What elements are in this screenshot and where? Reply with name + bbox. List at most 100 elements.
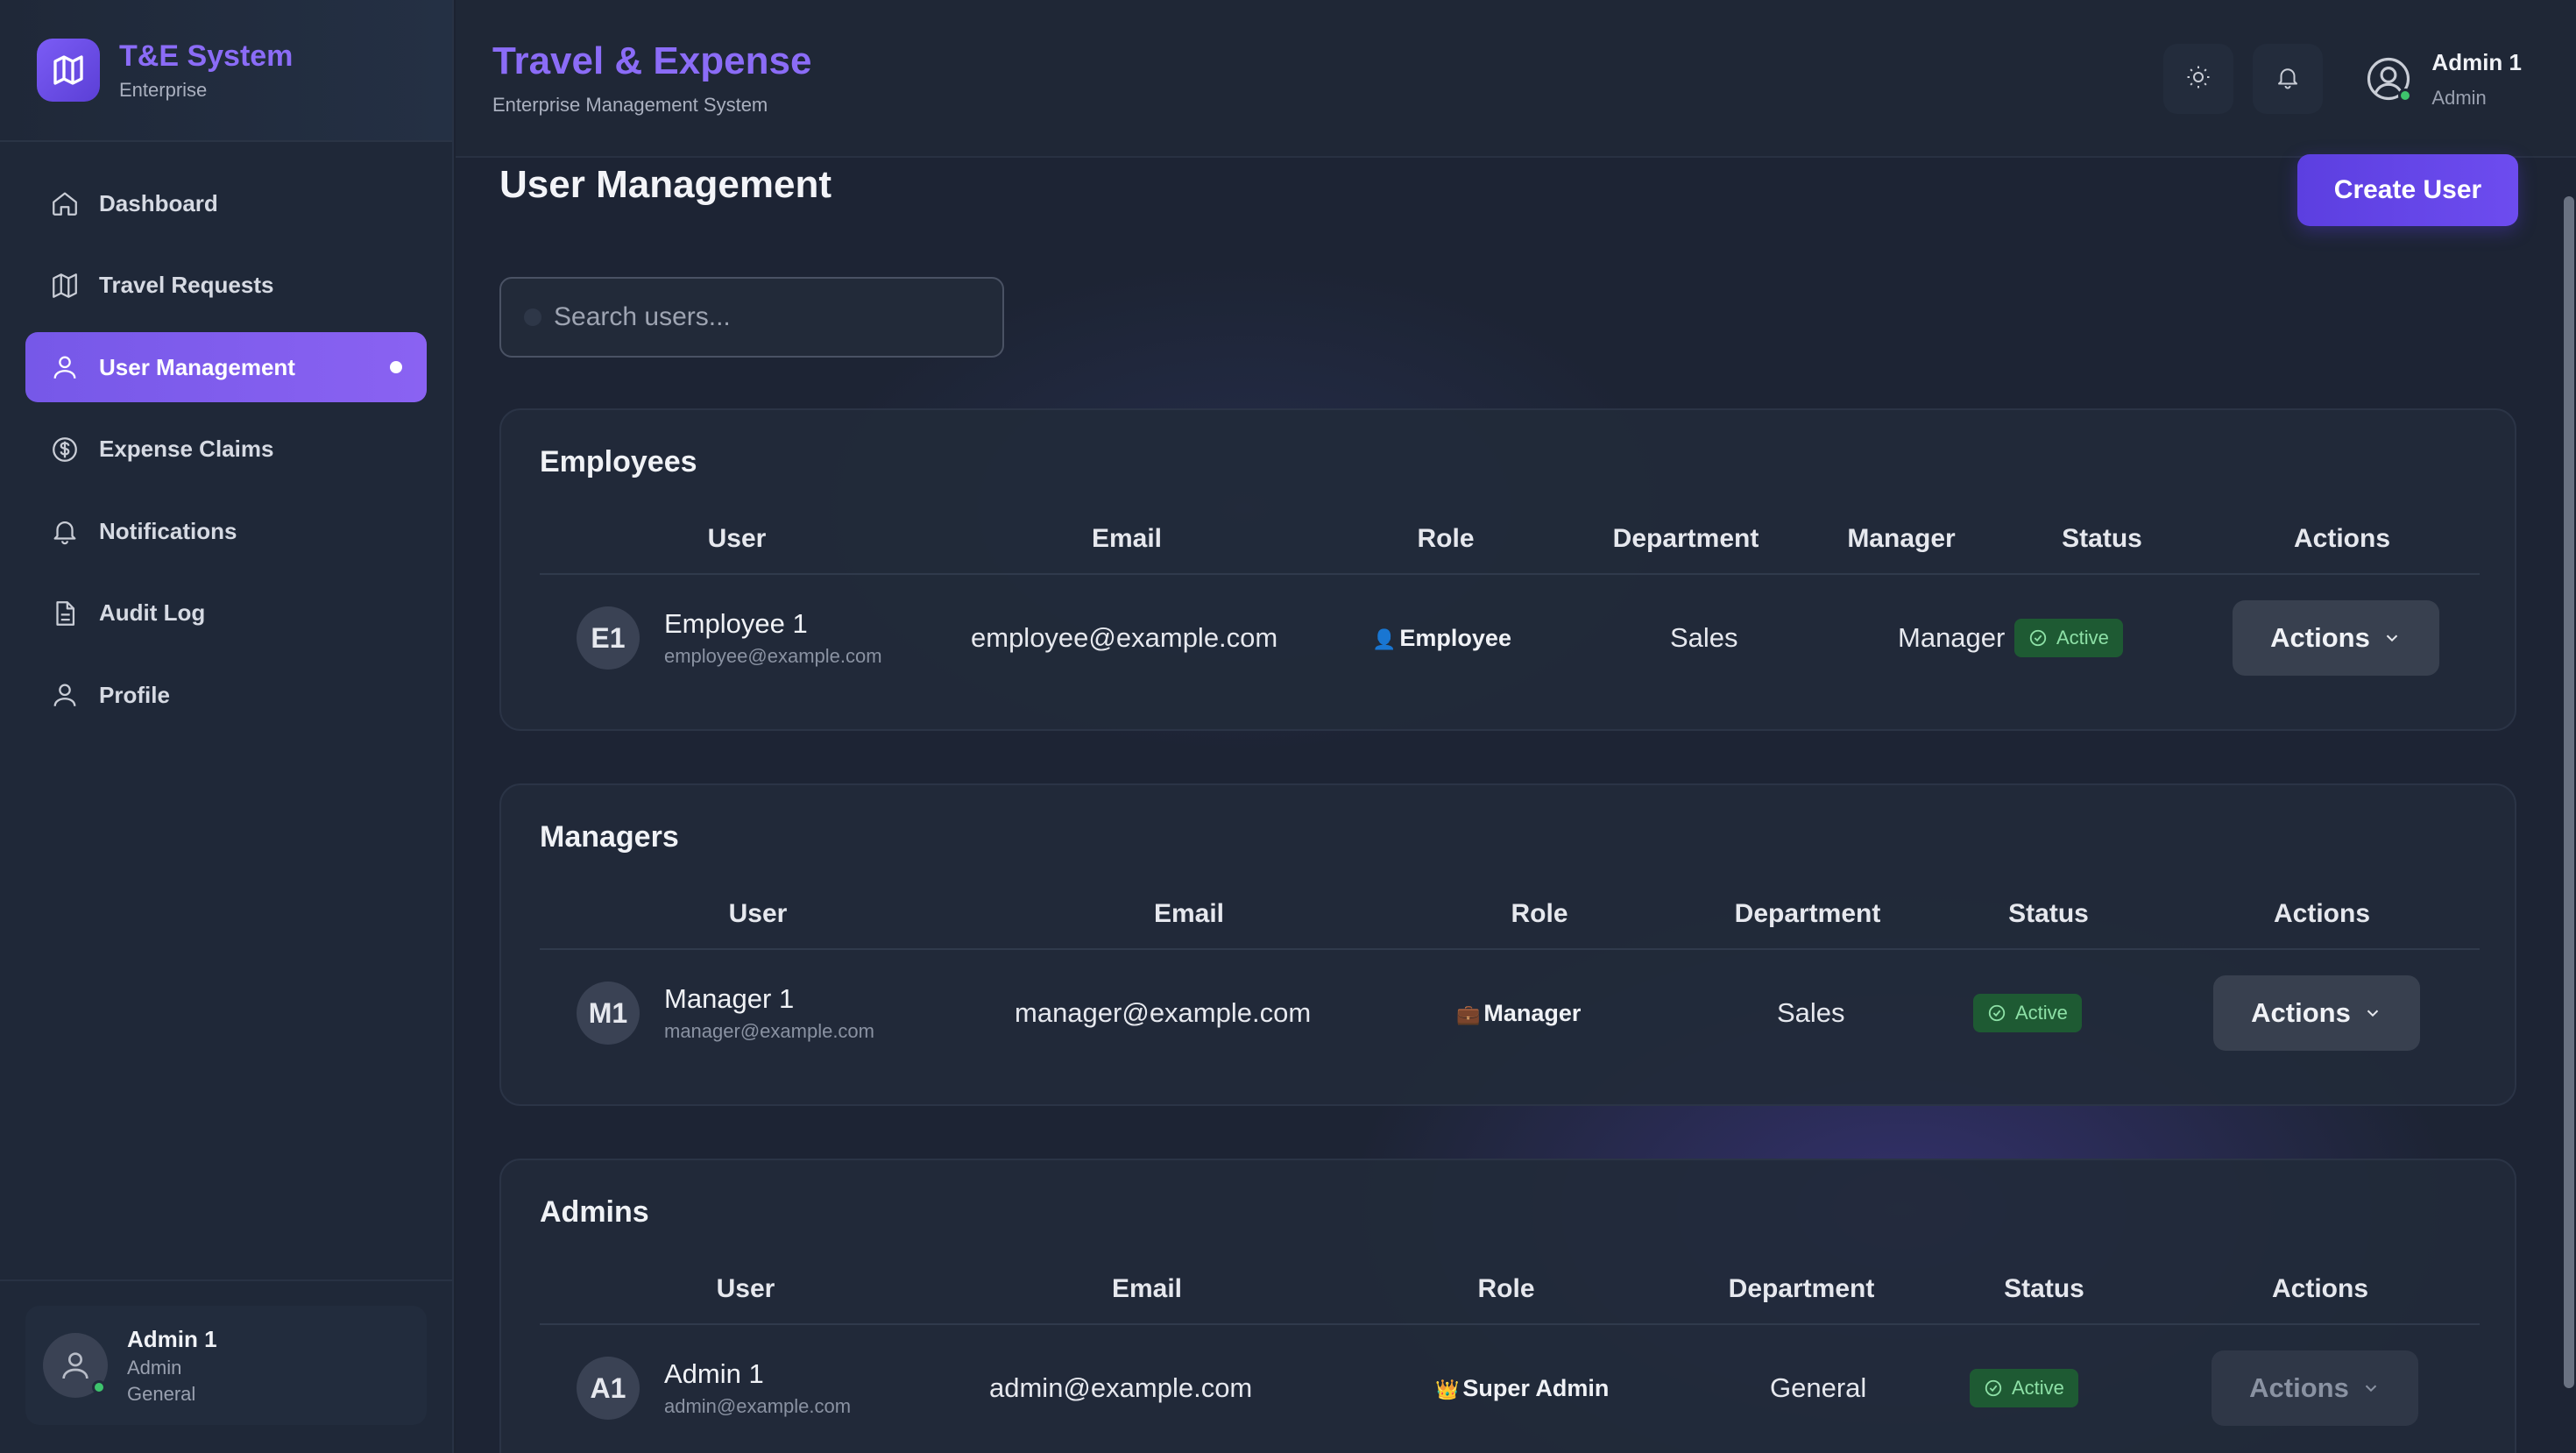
column-header-role: Role	[1511, 899, 1568, 928]
user-cell: E1 Employee 1 employee@example.com	[577, 577, 882, 699]
user-cell: M1 Manager 1 manager@example.com	[577, 952, 874, 1074]
email-cell: employee@example.com	[971, 622, 1278, 653]
map-icon	[50, 271, 80, 301]
chevron-down-icon	[2365, 1385, 2377, 1393]
notifications-button[interactable]	[2253, 44, 2324, 114]
brand-subtitle: Enterprise	[119, 78, 208, 101]
avatar: E1	[577, 606, 640, 670]
actions-label: Actions	[2249, 1372, 2349, 1403]
table-row: A1 Admin 1 admin@example.com admin@examp…	[540, 1327, 2480, 1449]
sidebar-item-travel-requests[interactable]: Travel Requests	[25, 251, 427, 321]
sidebar-user-role: Admin	[127, 1356, 182, 1379]
sidebar-item-label: Expense Claims	[99, 436, 274, 462]
sidebar-item-label: Notifications	[99, 517, 237, 544]
search-input[interactable]	[554, 302, 974, 332]
table-header: User Email Role Department Status Action…	[540, 883, 2480, 950]
check-circle-icon	[1985, 1379, 2002, 1397]
sidebar-item-user-management[interactable]: User Management	[25, 332, 427, 402]
role-cell: 👑 Super Admin	[1435, 1375, 1609, 1402]
role-label: Employee	[1399, 624, 1511, 651]
column-header-actions: Actions	[2293, 524, 2391, 553]
column-header-status: Status	[2062, 524, 2142, 553]
department-cell: General	[1770, 1372, 1867, 1403]
dollar-icon	[50, 435, 80, 464]
column-header-user: User	[707, 524, 767, 553]
scrollbar[interactable]	[2564, 196, 2574, 1388]
crown-icon: 👑	[1435, 1378, 1460, 1400]
actions-dropdown-button[interactable]: Actions	[2213, 975, 2420, 1051]
status-badge: Active	[1970, 1369, 2078, 1407]
sidebar-nav: Dashboard Travel Requests User Managemen…	[0, 142, 452, 730]
status-label: Active	[2056, 627, 2109, 649]
column-header-role: Role	[1477, 1274, 1535, 1303]
managers-card: Managers User Email Role Department Stat…	[499, 783, 2516, 1106]
theme-toggle-button[interactable]	[2163, 44, 2234, 114]
column-header-department: Department	[1728, 1274, 1875, 1303]
table-row: E1 Employee 1 employee@example.com emplo…	[540, 577, 2480, 699]
column-header-user: User	[728, 899, 788, 928]
status-label: Active	[2012, 1377, 2064, 1399]
table-header: User Email Role Department Status Action…	[540, 1258, 2480, 1325]
chevron-down-icon	[2386, 634, 2398, 642]
app-subtitle: Enterprise Management System	[492, 94, 768, 116]
sidebar-item-label: Audit Log	[99, 599, 206, 626]
top-header: Travel & Expense Enterprise Management S…	[456, 0, 2576, 158]
column-header-actions: Actions	[2271, 1274, 2369, 1303]
user-cell: A1 Admin 1 admin@example.com	[577, 1327, 851, 1449]
actions-dropdown-button[interactable]: Actions	[2212, 1350, 2418, 1426]
actions-label: Actions	[2270, 622, 2370, 653]
column-header-department: Department	[1612, 524, 1759, 553]
sidebar-item-dashboard[interactable]: Dashboard	[25, 168, 427, 238]
search-icon	[524, 308, 541, 326]
sidebar-item-label: Dashboard	[99, 189, 218, 216]
user-name: Employee 1	[664, 608, 808, 639]
role-label: Manager	[1483, 999, 1582, 1026]
create-user-button[interactable]: Create User	[2297, 154, 2518, 226]
user-icon	[50, 352, 80, 382]
column-header-email: Email	[1091, 524, 1163, 553]
column-header-actions: Actions	[2273, 899, 2371, 928]
section-title: Managers	[540, 820, 679, 854]
column-header-role: Role	[1417, 524, 1475, 553]
sidebar-user-name: Admin 1	[127, 1325, 217, 1352]
column-header-manager: Manager	[1847, 524, 1956, 553]
sidebar-divider	[0, 1279, 454, 1281]
actions-dropdown-button[interactable]: Actions	[2233, 600, 2439, 676]
section-title: Employees	[540, 445, 697, 478]
column-header-email: Email	[1153, 899, 1225, 928]
user-name: Manager 1	[664, 983, 795, 1014]
check-circle-icon	[2029, 629, 2047, 647]
file-icon	[50, 599, 80, 628]
column-header-user: User	[716, 1274, 775, 1303]
user-email-secondary: employee@example.com	[664, 645, 882, 667]
table-header: User Email Role Department Manager Statu…	[540, 508, 2480, 575]
sidebar-user-department: General	[127, 1382, 196, 1405]
check-circle-icon	[1988, 1004, 2006, 1022]
sidebar: T&E System Enterprise Dashboard Travel R…	[0, 0, 454, 1453]
sidebar-item-notifications[interactable]: Notifications	[25, 496, 427, 566]
sidebar-user-card[interactable]: Admin 1 Admin General	[25, 1306, 427, 1425]
status-label: Active	[2015, 1002, 2068, 1024]
search-box[interactable]	[499, 277, 1004, 358]
role-label: Super Admin	[1462, 1374, 1610, 1401]
section-title: Admins	[540, 1195, 649, 1229]
brand-title: T&E System	[119, 39, 294, 73]
chevron-down-icon	[2367, 1010, 2379, 1017]
actions-label: Actions	[2251, 997, 2351, 1028]
sidebar-item-label: Travel Requests	[99, 272, 274, 298]
admins-card: Admins User Email Role Department Status…	[499, 1159, 2516, 1453]
employees-card: Employees User Email Role Department Man…	[499, 408, 2516, 731]
header-user-name: Admin 1	[2431, 48, 2522, 75]
department-cell: Sales	[1777, 997, 1845, 1028]
bell-icon	[50, 516, 80, 546]
column-header-status: Status	[2008, 899, 2089, 928]
avatar: A1	[577, 1357, 640, 1420]
sidebar-item-audit-log[interactable]: Audit Log	[25, 578, 427, 649]
sidebar-item-profile[interactable]: Profile	[25, 660, 427, 730]
avatar	[43, 1333, 108, 1398]
sidebar-item-expense-claims[interactable]: Expense Claims	[25, 415, 427, 485]
email-cell: manager@example.com	[1015, 997, 1312, 1028]
user-email-secondary: admin@example.com	[664, 1395, 852, 1417]
header-user-menu[interactable]: Admin 1 Admin	[2365, 49, 2522, 110]
column-header-department: Department	[1734, 899, 1881, 928]
